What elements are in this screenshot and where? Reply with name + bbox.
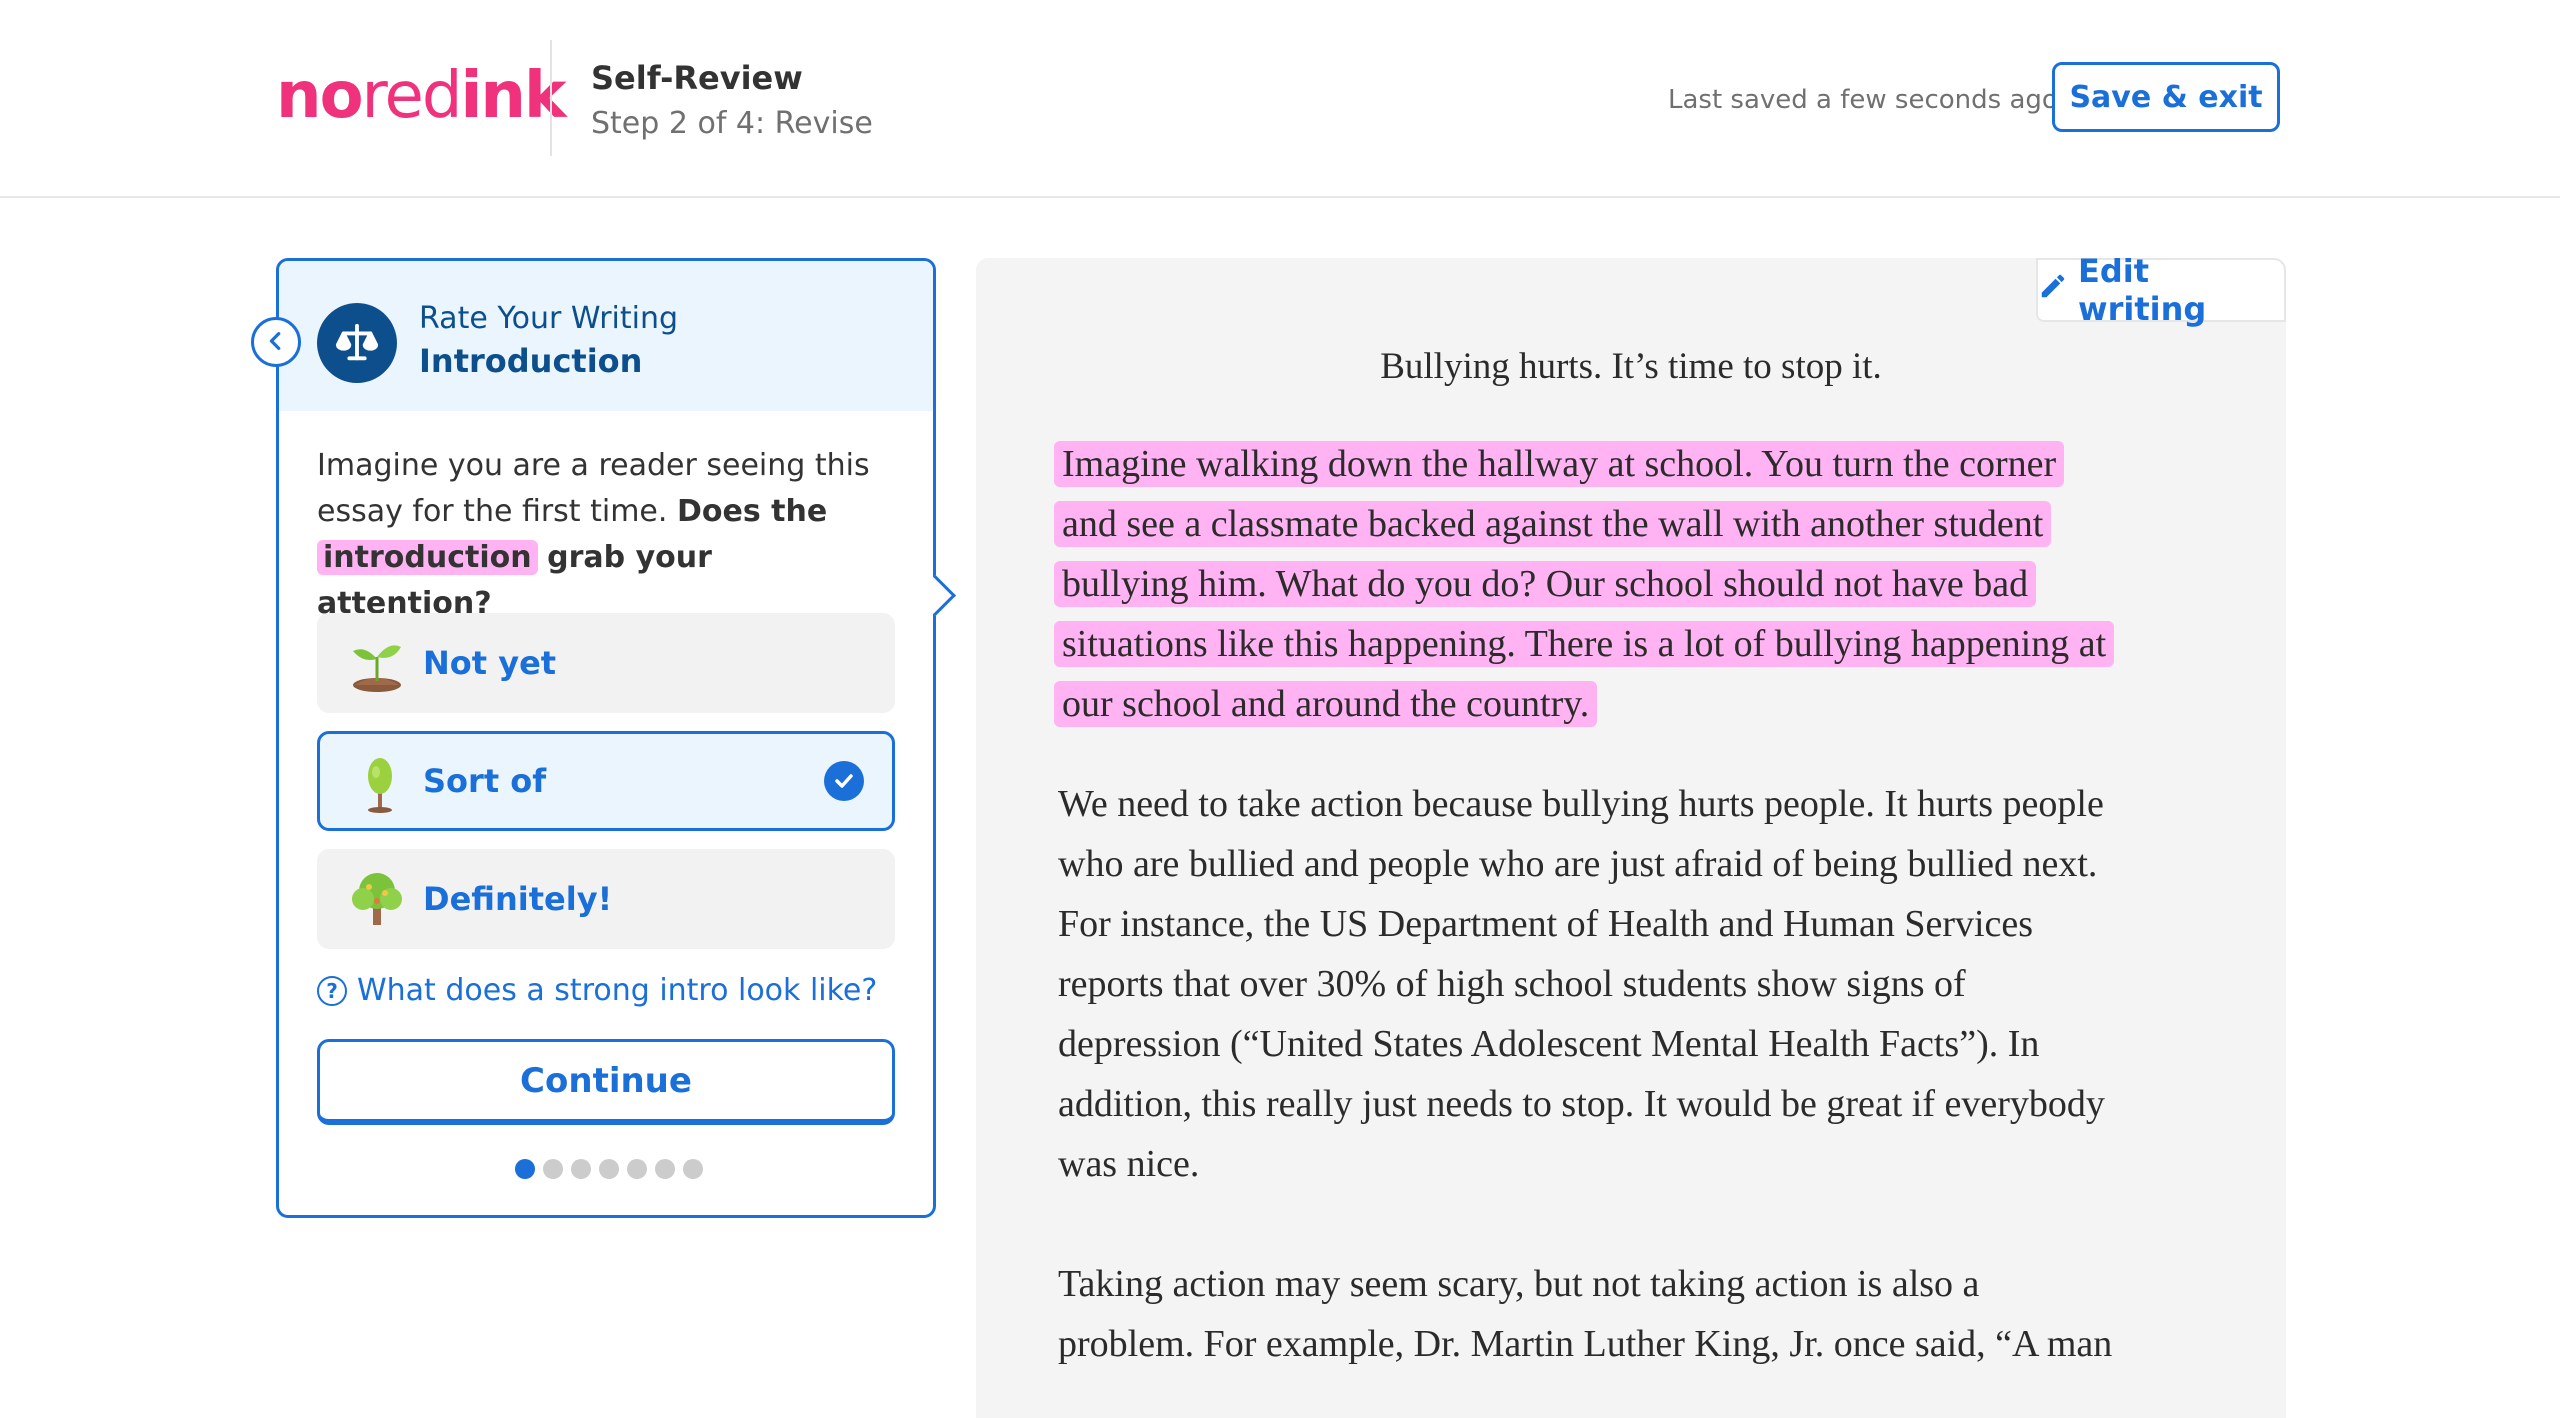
noredink-logo[interactable]: noredink (276, 56, 567, 136)
essay-line: For instance, the US Department of Healt… (1058, 903, 2034, 945)
essay-title: Bullying hurts. It’s time to stop it. (1380, 346, 1882, 387)
save-exit-button[interactable]: Save & exit (2052, 62, 2280, 132)
essay-line: situations like this happening. There is… (1054, 614, 2115, 674)
prompt-bold-text: Does the (676, 494, 828, 529)
sprout-icon (347, 633, 407, 693)
essay-body-paragraph: We need to take action because bullying … (1058, 774, 2105, 1194)
option-label: Sort of (423, 762, 547, 800)
panel-title: Introduction (419, 342, 643, 380)
progress-dot (571, 1159, 591, 1179)
essay-line: depression (“United States Adolescent Me… (1058, 1023, 2040, 1065)
essay-line: Imagine walking down the hallway at scho… (1054, 434, 2114, 494)
scale-icon (317, 303, 397, 383)
step-indicator: Step 2 of 4: Revise (591, 106, 873, 141)
panel-pointer (914, 574, 957, 617)
essay-line: We need to take action because bullying … (1058, 783, 2104, 825)
pencil-icon (2038, 271, 2068, 309)
progress-dot (599, 1159, 619, 1179)
essay-line: bullying him. What do you do? Our school… (1054, 554, 2114, 614)
essay-line: who are bullied and people who are just … (1058, 843, 2098, 885)
essay-line: and see a classmate backed against the w… (1054, 494, 2114, 554)
essay-panel: Edit writing Bullying hurts. It’s time t… (976, 258, 2286, 1418)
panel-header: Rate Your Writing Introduction (279, 261, 933, 411)
essay-line: addition, this really just needs to stop… (1058, 1083, 2105, 1125)
essay-introduction: Imagine walking down the hallway at scho… (1054, 434, 2115, 734)
essay-line: reports that over 30% of high school stu… (1058, 963, 1966, 1005)
help-link[interactable]: ? What does a strong intro look like? (317, 971, 877, 1011)
continue-button[interactable]: Continue (317, 1039, 895, 1125)
edit-writing-button[interactable]: Edit writing (2036, 258, 2286, 328)
highlighted-text: and see a classmate backed against the w… (1054, 501, 2052, 547)
rating-panel: Rate Your Writing Introduction Imagine y… (251, 258, 957, 1218)
progress-dot (543, 1159, 563, 1179)
highlighted-text: Imagine walking down the hallway at scho… (1054, 441, 2065, 487)
essay-line: our school and around the country. (1054, 674, 2114, 734)
chevron-left-icon (265, 325, 287, 360)
logo-part-no: no (276, 59, 364, 133)
highlighted-text: bullying him. What do you do? Our school… (1054, 561, 2037, 607)
progress-dot (683, 1159, 703, 1179)
header-divider (550, 40, 552, 156)
edit-writing-label: Edit writing (2078, 258, 2207, 328)
essay-line: Taking action may seem scary, but not ta… (1058, 1263, 1980, 1305)
panel-subtitle: Rate Your Writing (419, 301, 679, 336)
back-button[interactable] (251, 317, 301, 367)
checkmark-icon (824, 761, 864, 801)
option-not-yet[interactable]: Not yet (317, 613, 895, 713)
progress-dot (515, 1159, 535, 1179)
progress-dots (515, 1159, 703, 1179)
highlighted-text: situations like this happening. There is… (1054, 621, 2115, 667)
prompt-highlight: introduction (317, 540, 538, 575)
logo-part-ink: ink (460, 59, 566, 133)
page-title: Self-Review (591, 59, 803, 97)
essay-line: problem. For example, Dr. Martin Luther … (1058, 1323, 2113, 1365)
progress-dot (655, 1159, 675, 1179)
sapling-icon (350, 754, 410, 814)
top-header: noredink Self-Review Step 2 of 4: Revise… (0, 0, 2560, 198)
help-link-text: What does a strong intro look like? (357, 973, 878, 1008)
essay-line: was nice. (1058, 1143, 1200, 1185)
essay-body-paragraph: Taking action may seem scary, but not ta… (1058, 1254, 2112, 1374)
logo-part-red: red (361, 59, 463, 133)
tree-icon (347, 869, 407, 929)
save-status: Last saved a few seconds ago (1668, 85, 2058, 115)
question-icon: ? (317, 976, 347, 1006)
option-definitely[interactable]: Definitely! (317, 849, 895, 949)
option-label: Definitely! (423, 880, 613, 918)
rating-prompt: Imagine you are a reader seeing this ess… (317, 443, 887, 627)
option-label: Not yet (423, 644, 557, 682)
option-sort-of[interactable]: Sort of (317, 731, 895, 831)
progress-dot (627, 1159, 647, 1179)
highlighted-text: our school and around the country. (1054, 681, 1598, 727)
